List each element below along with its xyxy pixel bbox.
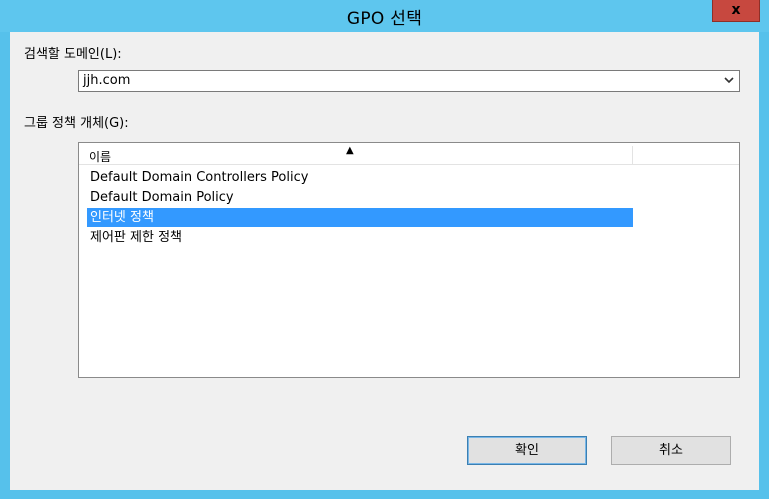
close-button[interactable]: x [712,0,760,22]
gpo-list-label: 그룹 정책 개체(G): [24,116,129,131]
list-item[interactable]: 인터넷 정책 [87,208,633,227]
domain-dropdown[interactable]: jjh.com [78,70,740,92]
gpo-select-dialog: GPO 선택 x 검색할 도메인(L): jjh.com 그룹 정책 개체(G)… [0,0,769,499]
ok-button[interactable]: 확인 [467,436,587,465]
domain-value: jjh.com [83,73,131,88]
window-title: GPO 선택 [346,9,423,29]
chevron-down-icon[interactable] [723,73,735,90]
cancel-button[interactable]: 취소 [611,436,731,465]
title-bar[interactable]: GPO 선택 x [0,0,769,32]
list-item[interactable]: Default Domain Policy [87,188,633,207]
column-header-empty [633,146,739,165]
sort-ascending-icon: ▲ [346,145,354,156]
domain-label: 검색할 도메인(L): [24,47,122,62]
list-item[interactable]: Default Domain Controllers Policy [87,168,633,187]
dialog-client-area: 검색할 도메인(L): jjh.com 그룹 정책 개체(G): 이름 ▲ De… [10,32,759,490]
gpo-list[interactable]: 이름 ▲ Default Domain Controllers Policy De… [78,142,740,378]
list-item[interactable]: 제어판 제한 정책 [87,228,633,247]
column-header-name[interactable]: 이름 ▲ [79,145,633,165]
column-header-label: 이름 [89,150,112,164]
